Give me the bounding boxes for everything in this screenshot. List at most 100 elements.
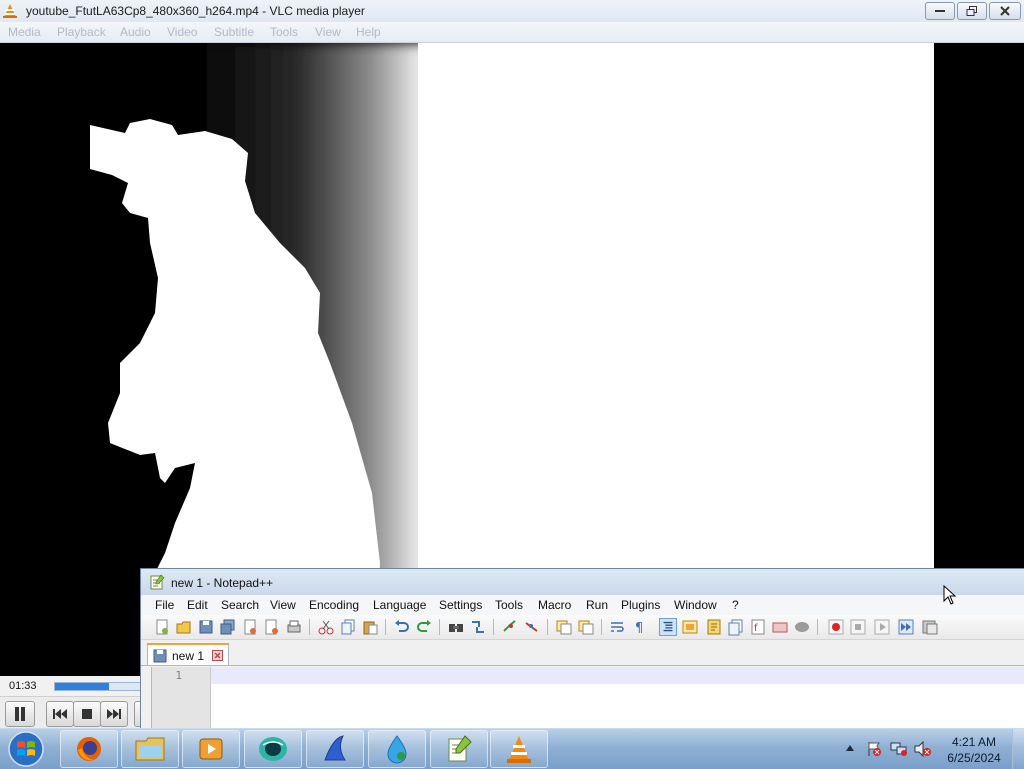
menu-audio[interactable]: Audio (120, 25, 151, 39)
close-button[interactable] (989, 2, 1021, 20)
show-hidden-icons-chevron-icon[interactable] (846, 745, 854, 751)
npp-editor[interactable]: 1 (151, 667, 1024, 729)
elapsed-time: 01:33 (9, 680, 37, 692)
npp-menu-plugins[interactable]: Plugins (621, 598, 660, 612)
network-icon[interactable] (890, 741, 908, 757)
show-desktop-button[interactable] (1012, 729, 1024, 769)
line-number: 1 (175, 669, 182, 682)
folder-workspace-icon[interactable] (771, 618, 789, 636)
npp-menu-file[interactable]: File (155, 598, 174, 612)
restore-icon (966, 6, 977, 16)
find-icon[interactable] (447, 618, 465, 636)
new-file-icon[interactable] (153, 618, 171, 636)
paste-icon[interactable] (361, 618, 379, 636)
npp-menu-tools[interactable]: Tools (495, 598, 523, 612)
next-icon (107, 709, 121, 719)
npp-menu-language[interactable]: Language (373, 598, 426, 612)
taskbar-file-explorer[interactable] (121, 730, 179, 768)
current-line-highlight[interactable] (211, 667, 1024, 684)
seek-slider[interactable] (54, 682, 146, 691)
taskbar-tool-app[interactable] (306, 730, 364, 768)
menu-help[interactable]: Help (356, 25, 381, 39)
macro-record-icon[interactable] (827, 618, 845, 636)
redo-icon[interactable] (415, 618, 433, 636)
taskbar-browser[interactable] (244, 730, 302, 768)
video-frame (0, 43, 934, 606)
taskbar-vlc[interactable] (490, 730, 548, 768)
npp-titlebar[interactable]: new 1 - Notepad++ (141, 569, 1024, 595)
macro-run-multiple-icon[interactable] (897, 618, 915, 636)
menu-media[interactable]: Media (8, 25, 41, 39)
line-number-gutter: 1 (152, 667, 211, 729)
doc-map-icon[interactable] (705, 618, 723, 636)
open-file-icon[interactable] (175, 618, 193, 636)
macro-stop-icon[interactable] (849, 618, 867, 636)
npp-menu-settings[interactable]: Settings (439, 598, 482, 612)
print-icon[interactable] (285, 618, 303, 636)
zoom-in-icon[interactable] (501, 618, 519, 636)
minimize-button[interactable] (925, 2, 955, 20)
macro-play-icon[interactable] (873, 618, 891, 636)
udl-icon[interactable] (681, 618, 699, 636)
save-all-icon[interactable] (219, 618, 237, 636)
start-button-windows-icon[interactable] (4, 730, 48, 768)
menu-tools[interactable]: Tools (270, 25, 298, 39)
npp-menu-search[interactable]: Search (221, 598, 259, 612)
menu-view[interactable]: View (315, 25, 341, 39)
menu-video[interactable]: Video (167, 25, 197, 39)
volume-muted-icon[interactable] (914, 741, 932, 757)
next-button[interactable] (100, 701, 128, 727)
previous-button[interactable] (46, 701, 74, 727)
doc-list-icon[interactable] (727, 618, 745, 636)
npp-menu-edit[interactable]: Edit (187, 598, 208, 612)
taskbar-media-player[interactable] (182, 730, 240, 768)
zoom-out-icon[interactable] (523, 618, 541, 636)
close-all-icon[interactable] (263, 618, 281, 636)
replace-icon[interactable] (469, 618, 487, 636)
npp-menu-macro[interactable]: Macro (538, 598, 571, 612)
saved-file-icon (153, 649, 167, 663)
menu-playback[interactable]: Playback (57, 25, 106, 39)
taskbar: 4:21 AM 6/25/2024 (0, 728, 1024, 769)
stop-button[interactable] (73, 701, 101, 727)
npp-tabbar: new 1 (141, 641, 1024, 666)
save-icon[interactable] (197, 618, 215, 636)
vlc-cone-icon (3, 4, 17, 18)
minimize-icon (935, 10, 945, 12)
notepadpp-icon (448, 735, 472, 762)
tab-close-button[interactable] (212, 650, 223, 661)
monitoring-icon[interactable] (793, 618, 811, 636)
sync-horizontal-icon[interactable] (577, 618, 595, 636)
npp-menu-run[interactable]: Run (586, 598, 608, 612)
taskbar-firefox[interactable] (60, 730, 118, 768)
system-clock[interactable]: 4:21 AM 6/25/2024 (942, 734, 1006, 766)
function-list-icon[interactable]: f (749, 618, 767, 636)
word-wrap-icon[interactable] (609, 618, 627, 636)
indent-guide-icon[interactable] (659, 618, 677, 636)
undo-icon[interactable] (393, 618, 411, 636)
npp-menu-window[interactable]: Window (674, 598, 717, 612)
macro-save-icon[interactable] (921, 618, 939, 636)
npp-menubar: File Edit Search View Encoding Language … (141, 595, 1024, 615)
blue-shark-fin-icon (324, 735, 346, 761)
show-all-chars-icon[interactable]: ¶ (631, 618, 649, 636)
video-area[interactable] (0, 43, 934, 606)
taskbar-notepadpp[interactable] (430, 730, 488, 768)
menu-subtitle[interactable]: Subtitle (214, 25, 254, 39)
cut-icon[interactable] (317, 618, 335, 636)
toolbar-separator (547, 619, 548, 635)
npp-menu-encoding[interactable]: Encoding (309, 598, 359, 612)
npp-menu-view[interactable]: View (270, 598, 296, 612)
taskbar-water-app[interactable] (368, 730, 426, 768)
pause-button[interactable] (5, 701, 35, 727)
npp-menu-help[interactable]: ? (732, 598, 739, 612)
vlc-titlebar[interactable]: youtube_FtutLA63Cp8_480x360_h264.mp4 - V… (0, 0, 1024, 22)
copy-icon[interactable] (339, 618, 357, 636)
restore-button[interactable] (957, 2, 987, 20)
tab-new-1[interactable]: new 1 (147, 643, 229, 665)
sync-vertical-icon[interactable] (555, 618, 573, 636)
close-file-icon[interactable] (241, 618, 259, 636)
stop-icon (82, 709, 92, 719)
action-center-flag-icon[interactable] (866, 741, 882, 757)
clock-date: 6/25/2024 (947, 751, 1001, 765)
